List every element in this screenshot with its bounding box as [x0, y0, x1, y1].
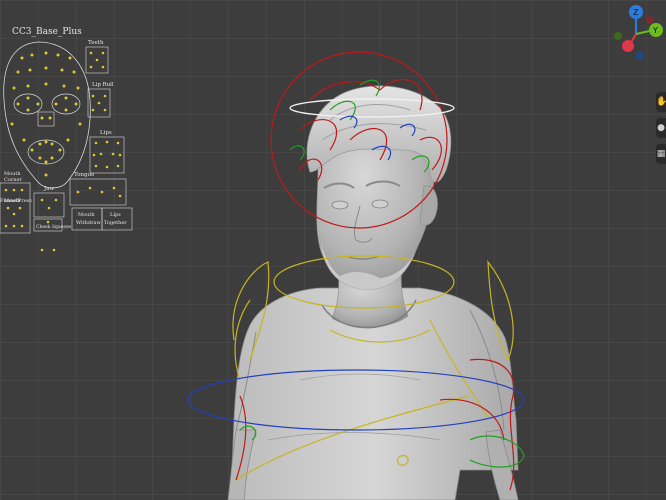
- teeth-label: Teeth: [88, 40, 104, 46]
- lips-together-label-2: Together: [104, 220, 127, 226]
- mouth-withdraw-label: Mouth: [78, 212, 95, 218]
- face-outline[interactable]: [3, 41, 91, 189]
- jaw-dots[interactable]: [40, 198, 58, 210]
- hand-icon[interactable]: ✋: [656, 92, 666, 112]
- cheek-squeeze-label: Cheek Squeeze: [36, 224, 71, 230]
- tongue-dots[interactable]: [76, 186, 122, 198]
- mouth-withdraw-label-2: Withdraw: [76, 220, 101, 226]
- tongue-label: Tongue: [74, 172, 94, 178]
- right-eye: [371, 199, 389, 209]
- mouth-corner-dots[interactable]: [4, 188, 24, 228]
- cheek-squeeze-dot[interactable]: [52, 248, 56, 252]
- teeth-dots[interactable]: [89, 51, 105, 69]
- lip-roll-dots[interactable]: [91, 94, 107, 112]
- mouth-widen-label: Mouth: [4, 198, 21, 204]
- jaw-label: Jaw: [43, 186, 54, 192]
- lips-together-label: Lips: [110, 212, 121, 218]
- grid-icon[interactable]: ▦: [656, 144, 666, 164]
- camera-icon[interactable]: ●: [656, 118, 666, 138]
- cheek-squeeze-dot[interactable]: [46, 220, 50, 224]
- lips-dots[interactable]: [92, 140, 122, 169]
- gizmo-x-icon[interactable]: [622, 40, 634, 52]
- left-eye: [331, 200, 349, 210]
- navigation-gizmo[interactable]: Z Y: [596, 0, 666, 90]
- 3d-viewport[interactable]: CC3_Base_Plus Teeth Lip Roll Lips Tongue…: [0, 0, 666, 500]
- viewport-scene[interactable]: CC3_Base_Plus Teeth Lip Roll Lips Tongue…: [0, 0, 666, 500]
- gizmo-neg-z-icon[interactable]: [636, 52, 644, 60]
- face-control-dots[interactable]: [10, 51, 82, 177]
- face-picker-panel: CC3_Base_Plus Teeth Lip Roll Lips Tongue…: [0, 27, 133, 252]
- nose-box[interactable]: [37, 111, 55, 127]
- lip-roll-label: Lip Roll: [92, 82, 114, 88]
- gizmo-neg-y-icon[interactable]: [614, 32, 622, 40]
- lips-label: Lips: [100, 130, 112, 136]
- mouth-ring[interactable]: [27, 139, 65, 165]
- viewport-side-controls: ✋ ● ▦: [656, 92, 666, 164]
- jaw-box[interactable]: [33, 192, 65, 218]
- gizmo-z-label: Z: [633, 8, 639, 17]
- gizmo-neg-x-icon[interactable]: [646, 16, 654, 24]
- mouth-corner-label-2: Corner: [4, 177, 22, 183]
- cheek-squeeze-dot[interactable]: [40, 248, 44, 252]
- face-picker-title: CC3_Base_Plus: [12, 27, 82, 37]
- gizmo-y-label: Y: [652, 26, 658, 35]
